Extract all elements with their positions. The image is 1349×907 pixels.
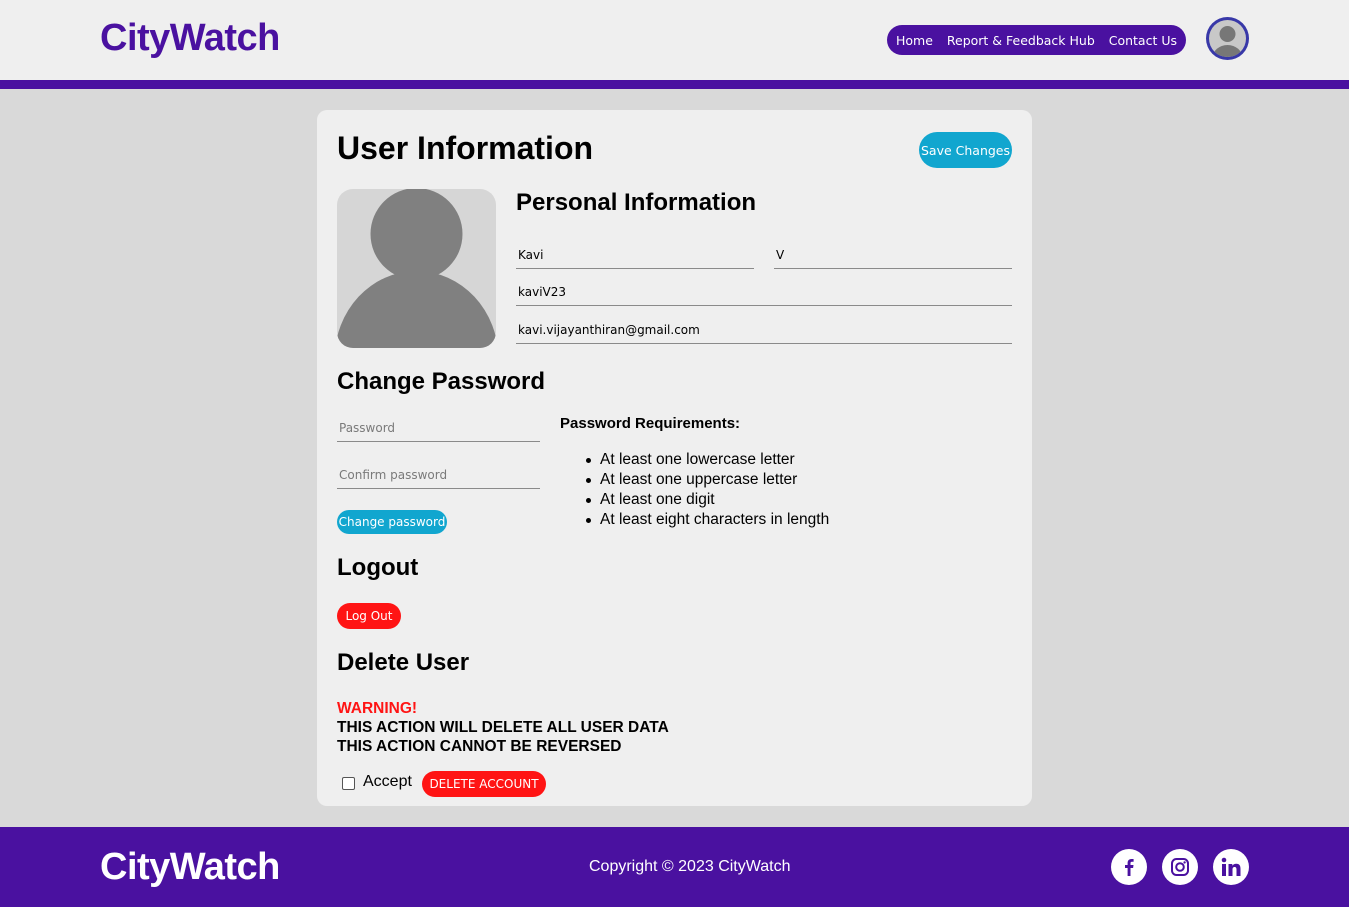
site-footer: CityWatch Copyright © 2023 CityWatch [0, 827, 1349, 907]
page-title: User Information [337, 130, 594, 166]
user-info-card: User Information Save Changes Personal I… [317, 110, 1032, 806]
change-password-heading: Change Password [337, 368, 546, 395]
linkedin-icon[interactable] [1213, 849, 1249, 885]
delete-warning: WARNING! THIS ACTION WILL DELETE ALL USE… [337, 699, 669, 756]
footer-brand-logo: CityWatch [100, 846, 280, 888]
brand-logo[interactable]: CityWatch [100, 17, 280, 60]
main-nav: Home Report & Feedback Hub Contact Us [887, 25, 1186, 55]
email-field[interactable] [516, 316, 1012, 344]
nav-home-link[interactable]: Home [896, 33, 933, 48]
profile-placeholder-icon [337, 189, 496, 348]
site-header: CityWatch Home Report & Feedback Hub Con… [0, 0, 1349, 80]
personal-info-heading: Personal Information [516, 189, 757, 216]
list-item: At least eight characters in length [580, 510, 829, 530]
list-item: At least one digit [580, 490, 829, 510]
nav-contact-link[interactable]: Contact Us [1109, 33, 1177, 48]
profile-picture[interactable] [337, 189, 496, 348]
last-name-field[interactable] [774, 241, 1012, 269]
first-name-field[interactable] [516, 241, 754, 269]
facebook-icon[interactable] [1111, 849, 1147, 885]
copyright-text: Copyright © 2023 CityWatch [589, 858, 791, 875]
username-field[interactable] [516, 278, 1012, 306]
password-field[interactable] [337, 414, 540, 442]
change-password-button[interactable]: Change password [337, 510, 447, 534]
warning-label: WARNING! [337, 700, 418, 717]
logout-button[interactable]: Log Out [337, 603, 401, 629]
password-requirements-title: Password Requirements: [560, 415, 741, 432]
list-item: At least one lowercase letter [580, 450, 829, 470]
warning-line-1: THIS ACTION WILL DELETE ALL USER DATA [337, 719, 669, 736]
user-avatar-icon [1209, 20, 1246, 57]
user-avatar-button[interactable] [1206, 17, 1249, 60]
delete-account-button[interactable]: DELETE ACCOUNT [422, 771, 546, 797]
save-changes-button[interactable]: Save Changes [919, 132, 1012, 168]
logout-heading: Logout [337, 554, 419, 581]
warning-line-2: THIS ACTION CANNOT BE REVERSED [337, 738, 622, 755]
accept-checkbox[interactable] [342, 777, 355, 790]
confirm-password-field[interactable] [337, 461, 540, 489]
accept-label: Accept [363, 773, 412, 790]
nav-report-feedback-link[interactable]: Report & Feedback Hub [947, 33, 1095, 48]
list-item: At least one uppercase letter [580, 470, 829, 490]
password-requirements-list: At least one lowercase letter At least o… [580, 450, 829, 530]
delete-user-heading: Delete User [337, 649, 470, 676]
instagram-icon[interactable] [1162, 849, 1198, 885]
header-divider [0, 80, 1349, 89]
